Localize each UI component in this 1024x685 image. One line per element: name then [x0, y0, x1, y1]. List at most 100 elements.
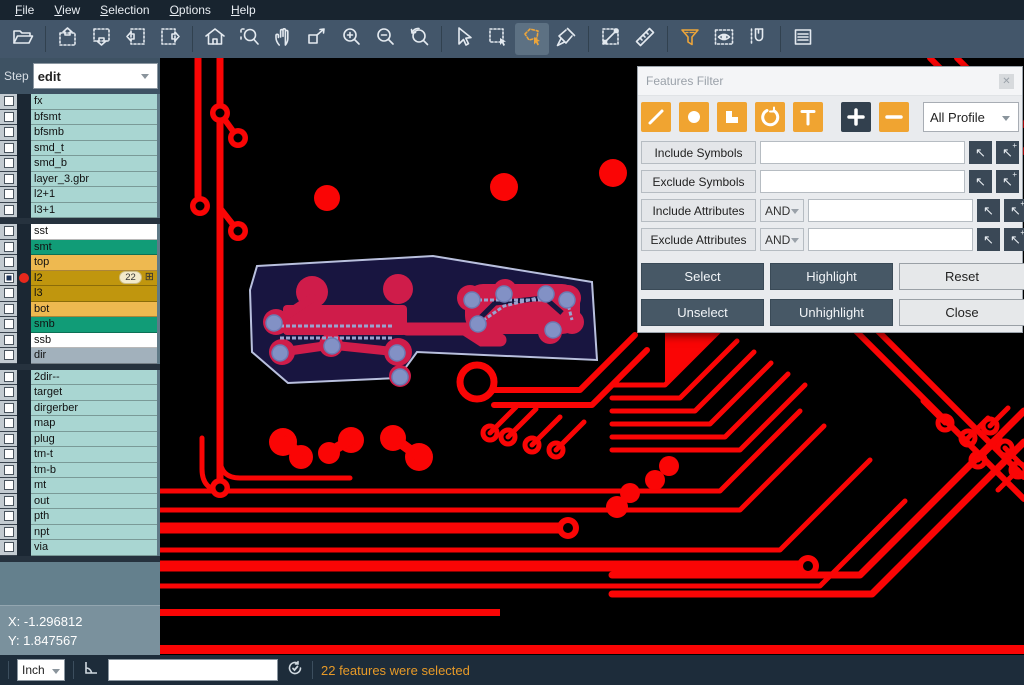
active-layer-indicator[interactable] [17, 125, 31, 141]
zoom-previous-button[interactable] [402, 23, 436, 55]
layer-visibility-checkbox[interactable] [4, 335, 14, 345]
grid-icon[interactable]: ⊞ [145, 272, 154, 283]
pick-include-attributes-button[interactable]: ↖ [977, 199, 1000, 222]
zoom-area-button[interactable] [232, 23, 266, 55]
rect-select-button[interactable] [481, 23, 515, 55]
menu-file[interactable]: File [6, 1, 43, 19]
layer-name[interactable]: bfsmb [31, 125, 157, 141]
menu-view[interactable]: View [45, 1, 89, 19]
menu-help[interactable]: Help [222, 1, 265, 19]
transform-button[interactable] [300, 23, 334, 55]
command-input[interactable] [108, 659, 278, 681]
pan-hand-button[interactable] [266, 23, 300, 55]
layer-visibility-checkbox[interactable] [4, 542, 14, 552]
layer-visibility-checkbox[interactable] [4, 205, 14, 215]
layer-visibility-checkbox[interactable] [4, 403, 14, 413]
active-layer-indicator[interactable] [17, 333, 31, 349]
active-layer-indicator[interactable] [17, 525, 31, 541]
layer-name[interactable]: top [31, 255, 157, 271]
layer-name[interactable]: plug [31, 432, 157, 448]
filter-pad-toggle[interactable] [679, 102, 709, 132]
layer-visibility-checkbox[interactable] [4, 226, 14, 236]
active-layer-indicator[interactable] [17, 110, 31, 126]
layer-visibility-checkbox[interactable] [4, 273, 14, 283]
pick-add-include-attributes-button[interactable]: ↖+ [1004, 199, 1024, 222]
pan-left-button[interactable] [119, 23, 153, 55]
unselect-button[interactable]: Unselect [641, 299, 764, 326]
layer-visibility-checkbox[interactable] [4, 511, 14, 521]
layer-name[interactable]: l222⊞ [31, 271, 157, 287]
active-layer-indicator[interactable] [17, 317, 31, 333]
layer-name[interactable]: smb [31, 317, 157, 333]
pick-add-include-symbols-button[interactable]: ↖+ [996, 141, 1019, 164]
layer-visibility-checkbox[interactable] [4, 372, 14, 382]
exclude-attributes-logic-select[interactable]: AND [760, 228, 804, 251]
pan-up-button[interactable] [51, 23, 85, 55]
brush-button[interactable] [549, 23, 583, 55]
layer-name[interactable]: via [31, 540, 157, 556]
layer-visibility-checkbox[interactable] [4, 319, 14, 329]
snap-button[interactable] [741, 23, 775, 55]
ruler-button[interactable] [628, 23, 662, 55]
layer-name[interactable]: bfsmt [31, 110, 157, 126]
unit-select[interactable]: Inch [17, 659, 65, 681]
exclude-symbols-input[interactable] [760, 170, 965, 193]
layer-name[interactable]: ssb [31, 333, 157, 349]
panel-list-button[interactable] [786, 23, 820, 55]
layer-name[interactable]: out [31, 494, 157, 510]
active-layer-indicator[interactable] [17, 348, 31, 364]
layer-name[interactable]: fx [31, 94, 157, 110]
layer-visibility-checkbox[interactable] [4, 143, 14, 153]
zoom-out-button[interactable] [368, 23, 402, 55]
active-layer-indicator[interactable] [17, 447, 31, 463]
layer-name[interactable]: npt [31, 525, 157, 541]
include-attributes-logic-select[interactable]: AND [760, 199, 804, 222]
active-layer-indicator[interactable] [17, 416, 31, 432]
pan-down-button[interactable] [85, 23, 119, 55]
pick-include-symbols-button[interactable]: ↖ [969, 141, 992, 164]
include-attributes-button[interactable]: Include Attributes [641, 199, 756, 222]
layer-name[interactable]: dirgerber [31, 401, 157, 417]
pick-add-exclude-attributes-button[interactable]: ↖+ [1004, 228, 1024, 251]
active-layer-indicator[interactable] [17, 540, 31, 556]
active-layer-indicator[interactable] [17, 224, 31, 240]
layer-visibility-checkbox[interactable] [4, 242, 14, 252]
layer-name[interactable]: pth [31, 509, 157, 525]
filter-surface-toggle[interactable] [717, 102, 747, 132]
filter-line-toggle[interactable] [641, 102, 671, 132]
layer-name[interactable]: bot [31, 302, 157, 318]
dialog-titlebar[interactable]: Features Filter ✕ [638, 67, 1022, 96]
layer-name[interactable]: smt [31, 240, 157, 256]
active-layer-indicator[interactable] [17, 203, 31, 219]
measure-button[interactable] [594, 23, 628, 55]
layer-name[interactable]: target [31, 385, 157, 401]
filter-arc-toggle[interactable] [755, 102, 785, 132]
include-symbols-input[interactable] [760, 141, 965, 164]
active-layer-indicator[interactable] [17, 240, 31, 256]
layer-name[interactable]: layer_3.gbr [31, 172, 157, 188]
polygon-select-button[interactable] [515, 23, 549, 55]
layer-visibility-checkbox[interactable] [4, 127, 14, 137]
layer-name[interactable]: dir [31, 348, 157, 364]
exclude-symbols-button[interactable]: Exclude Symbols [641, 170, 756, 193]
active-layer-indicator[interactable] [17, 478, 31, 494]
layer-visibility-checkbox[interactable] [4, 112, 14, 122]
layer-visibility-checkbox[interactable] [4, 434, 14, 444]
layer-name[interactable]: tm-t [31, 447, 157, 463]
layer-visibility-checkbox[interactable] [4, 387, 14, 397]
pointer-tool-button[interactable] [447, 23, 481, 55]
reset-button[interactable]: Reset [899, 263, 1024, 290]
pcb-canvas[interactable]: Features Filter ✕ All Profile [160, 58, 1024, 655]
active-layer-indicator[interactable] [17, 302, 31, 318]
layer-visibility-checkbox[interactable] [4, 158, 14, 168]
layer-visibility-checkbox[interactable] [4, 527, 14, 537]
layer-visibility-checkbox[interactable] [4, 496, 14, 506]
layer-name[interactable]: smd_t [31, 141, 157, 157]
filter-minus-toggle[interactable] [879, 102, 909, 132]
close-button[interactable]: Close [899, 299, 1024, 326]
layer-name[interactable]: 2dir-- [31, 370, 157, 386]
layer-name[interactable]: tm-b [31, 463, 157, 479]
active-layer-indicator[interactable] [17, 172, 31, 188]
pick-exclude-symbols-button[interactable]: ↖ [969, 170, 992, 193]
active-layer-indicator[interactable] [17, 156, 31, 172]
